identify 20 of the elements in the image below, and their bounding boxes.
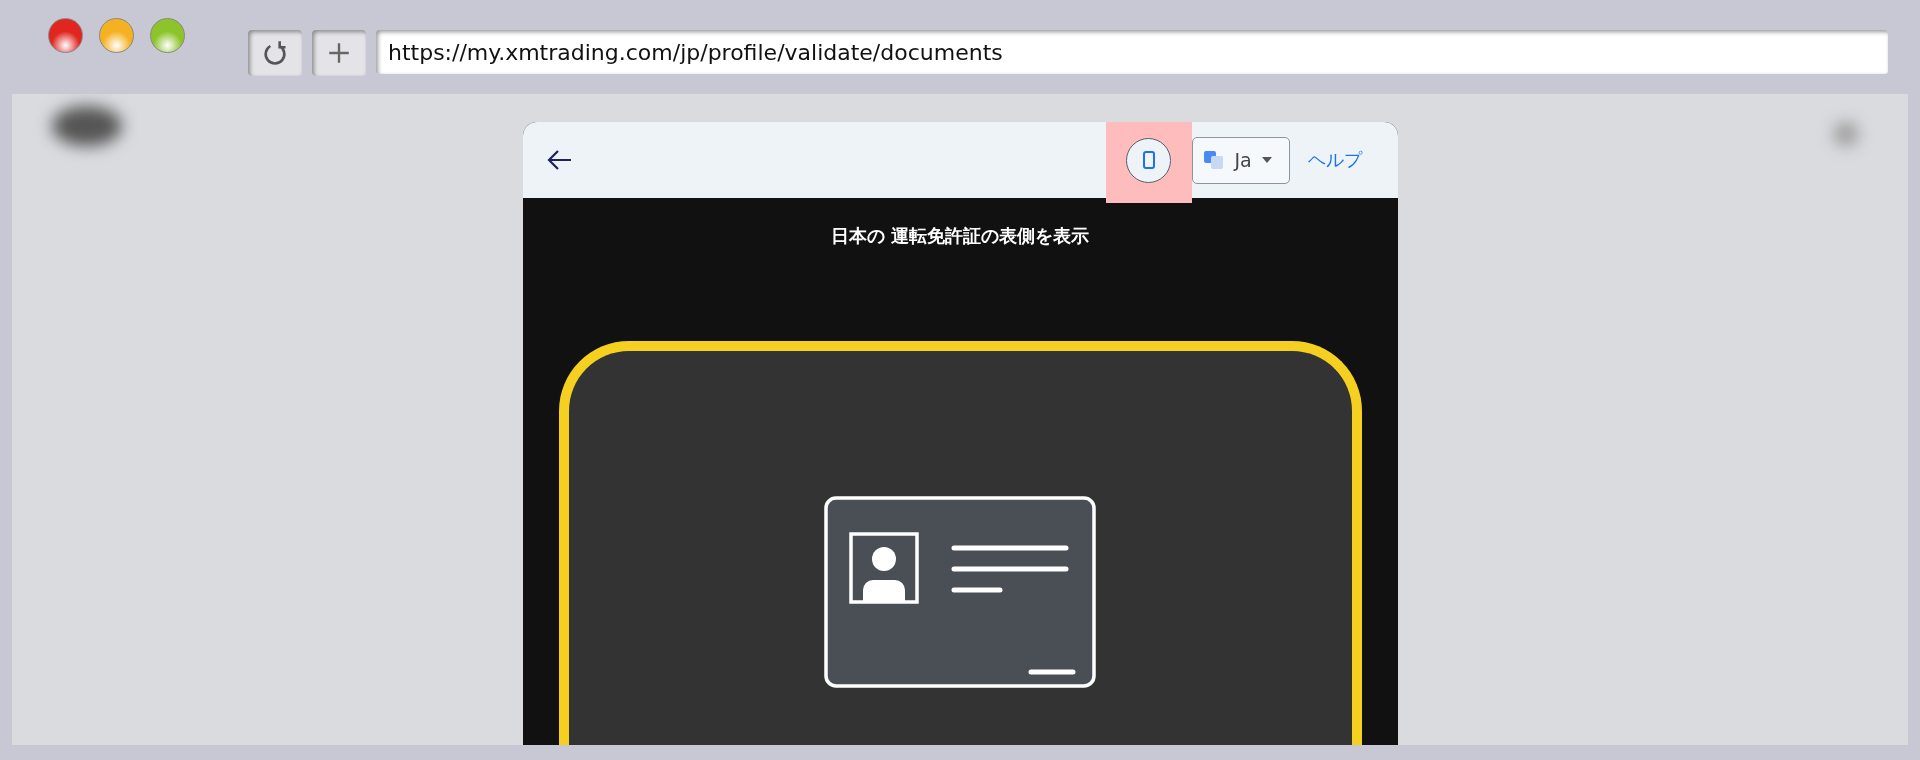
- translate-icon: [1202, 149, 1225, 171]
- blurred-logo: [52, 106, 122, 146]
- phone-button[interactable]: [1126, 137, 1171, 183]
- phone-icon: [1142, 151, 1155, 169]
- language-select[interactable]: Ja: [1191, 136, 1290, 184]
- reload-button[interactable]: [248, 30, 302, 76]
- window-control[interactable]: [48, 18, 83, 53]
- blurred-icon: [1834, 122, 1858, 146]
- new-tab-button[interactable]: [312, 30, 366, 76]
- address-field[interactable]: https://my.xmtrading.com/jp/profile/validate/documents: [376, 30, 1888, 74]
- help-link[interactable]: ヘルプ: [1307, 148, 1362, 172]
- window-control[interactable]: [150, 18, 185, 53]
- id-card-icon: [824, 496, 1096, 688]
- plus-icon: [326, 40, 352, 66]
- caret-icon: [1261, 157, 1272, 163]
- back-button[interactable]: [546, 149, 573, 171]
- window-control[interactable]: [99, 18, 134, 53]
- back-arrow-icon: [546, 149, 573, 171]
- reload-icon: [261, 39, 289, 67]
- instruction-text: 日本の 運転免許証の表側を表示: [829, 224, 1091, 248]
